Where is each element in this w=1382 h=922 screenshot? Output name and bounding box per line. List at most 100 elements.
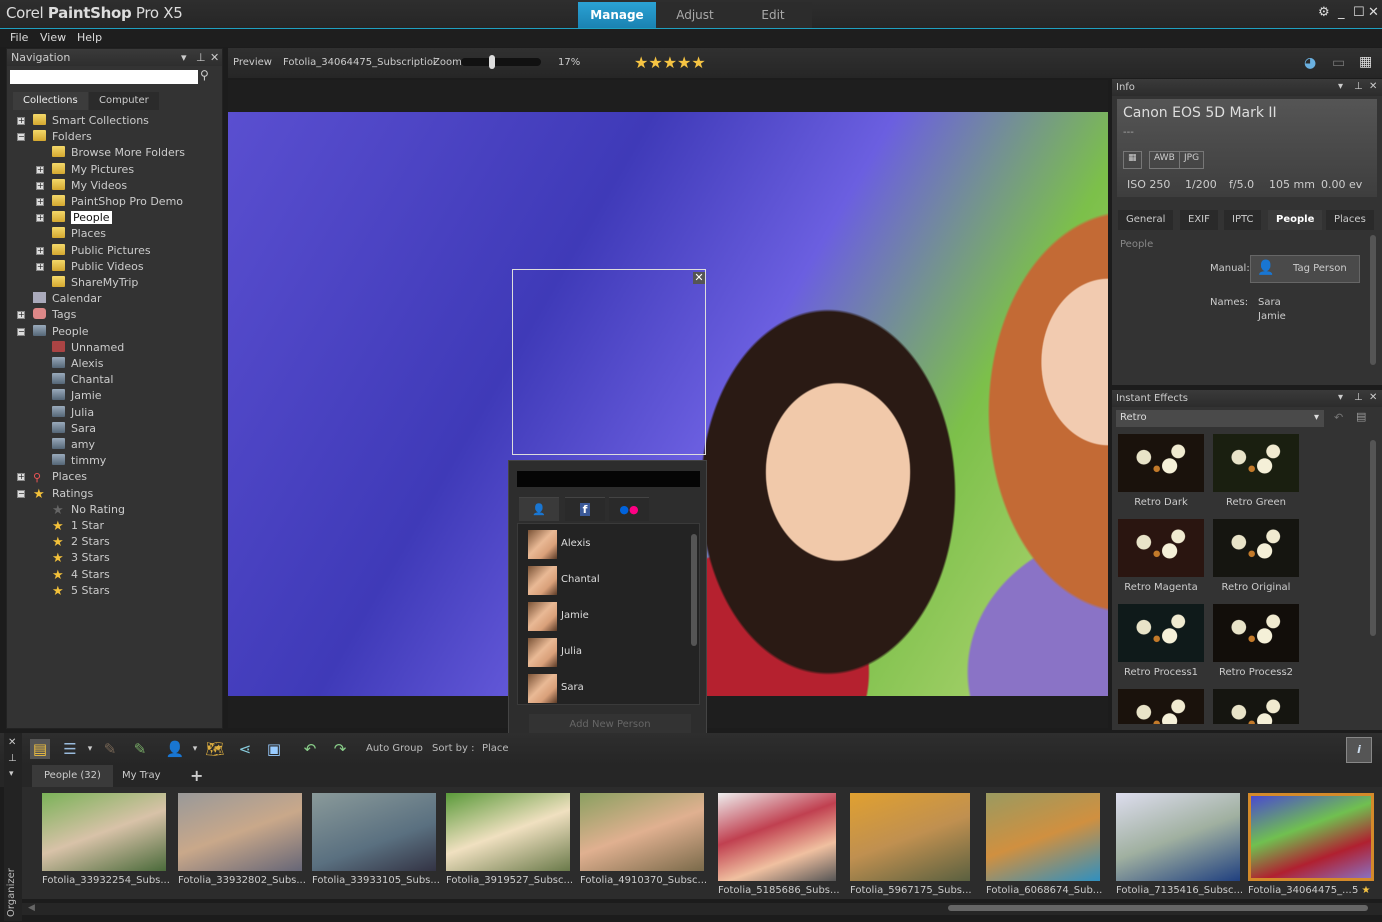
add-tab-icon[interactable]: + xyxy=(178,765,215,787)
globe-icon[interactable]: ◕ xyxy=(1304,55,1316,71)
filmstrip-thumbnail[interactable]: Fotolia_5967175_Subs... xyxy=(850,793,972,896)
share-icon[interactable]: ⋖ xyxy=(235,739,255,759)
organizer-close-icon[interactable]: ✕ xyxy=(8,737,16,748)
info-scrollbar[interactable] xyxy=(1370,235,1376,365)
rating-stars[interactable]: ★★★★★ xyxy=(634,53,706,72)
expand-icon[interactable]: + xyxy=(36,198,44,206)
expand-icon[interactable]: + xyxy=(17,311,25,320)
filmstrip-thumbnail[interactable]: Fotolia_7135416_Subsc... xyxy=(1116,793,1243,896)
auto-group-button[interactable]: Auto Group xyxy=(366,743,423,754)
effects-scrollbar[interactable] xyxy=(1370,440,1376,636)
expand-icon[interactable]: + xyxy=(36,214,44,223)
expand-icon[interactable]: + xyxy=(36,165,44,174)
slideshow-icon[interactable]: ▣ xyxy=(264,739,284,759)
people-tag-icon[interactable]: 👤 xyxy=(165,739,185,759)
chevron-down-icon[interactable]: ▾ xyxy=(80,739,100,759)
expand-icon[interactable]: + xyxy=(36,181,44,190)
sort-by-select[interactable]: Place xyxy=(482,743,509,754)
expand-icon[interactable]: + xyxy=(17,473,25,482)
single-view-icon[interactable]: ▭ xyxy=(1332,55,1345,71)
face-box-close-icon[interactable]: ✕ xyxy=(693,272,705,284)
rotate-right-icon[interactable]: ↷ xyxy=(330,739,350,759)
menu-view[interactable]: View xyxy=(40,31,66,44)
tab-exif[interactable]: EXIF xyxy=(1180,210,1218,230)
tab-local-people[interactable]: 👤 xyxy=(519,497,559,521)
tab-facebook[interactable]: f xyxy=(565,497,605,521)
tab-people[interactable]: People xyxy=(1268,210,1323,230)
filmstrip-thumbnail[interactable]: Fotolia_33933105_Subs... xyxy=(312,793,440,893)
settings-icon[interactable]: ⚙ xyxy=(1318,5,1330,20)
info-icon[interactable]: i xyxy=(1346,737,1372,763)
effects-view-icon[interactable]: ▤ xyxy=(1356,410,1366,423)
tab-my-tray[interactable]: My Tray xyxy=(110,765,173,787)
zoom-slider-thumb[interactable] xyxy=(488,55,495,69)
people-list-scrollbar[interactable] xyxy=(691,534,697,646)
pin-icon[interactable]: ⊥ xyxy=(196,51,206,64)
effect-preset[interactable] xyxy=(1213,689,1299,724)
rating-star-icon[interactable]: ★ xyxy=(663,53,677,72)
tab-collections[interactable]: Collections xyxy=(13,92,88,110)
panel-close-icon[interactable]: ✕ xyxy=(210,51,219,64)
filmstrip-thumbnail[interactable]: Fotolia_3919527_Subsc... xyxy=(446,793,573,893)
effect-preset[interactable]: Retro Magenta xyxy=(1118,519,1204,599)
tab-manage[interactable]: Manage xyxy=(578,2,656,28)
search-icon[interactable]: ⚲ xyxy=(200,68,216,84)
tag-name-input[interactable] xyxy=(517,471,700,487)
map-icon[interactable]: 🗺 xyxy=(205,739,225,759)
tab-computer[interactable]: Computer xyxy=(89,92,159,110)
filmstrip-thumbnail[interactable]: Fotolia_34064475_... 5 ★ xyxy=(1248,793,1374,896)
expand-icon[interactable]: + xyxy=(17,117,25,125)
expand-icon[interactable]: + xyxy=(36,246,44,255)
chevron-down-icon[interactable]: ▾ xyxy=(9,769,14,779)
tab-adjust[interactable]: Adjust xyxy=(656,2,734,28)
filmstrip-thumbnail[interactable]: Fotolia_33932254_Subs... xyxy=(42,793,170,893)
expand-icon[interactable]: + xyxy=(36,262,44,271)
effect-preset[interactable]: Retro Process2 xyxy=(1213,604,1299,684)
details-view-icon[interactable]: ☰ xyxy=(60,739,80,759)
pin-icon[interactable]: ⊥ xyxy=(8,753,17,764)
zoom-slider[interactable] xyxy=(461,55,541,69)
effect-preset[interactable]: Retro Green xyxy=(1213,434,1299,514)
effect-preset[interactable]: Retro Original xyxy=(1213,519,1299,599)
rating-star-icon[interactable]: ★ xyxy=(677,53,691,72)
thumbnail-grid-icon[interactable]: ▦ xyxy=(1359,54,1372,70)
filmstrip-scrollbar[interactable]: ◀ xyxy=(22,903,1382,915)
rating-star-icon[interactable]: ★ xyxy=(691,53,705,72)
menu-help[interactable]: Help xyxy=(77,31,102,44)
navigation-search-input[interactable] xyxy=(10,70,198,84)
tab-flickr[interactable]: ●● xyxy=(609,497,649,521)
collapse-icon[interactable]: − xyxy=(17,327,25,336)
menu-file[interactable]: File xyxy=(10,31,28,44)
brush-icon[interactable]: ✎ xyxy=(100,739,120,759)
collapse-icon[interactable]: − xyxy=(17,489,25,498)
filmstrip-scrollbar-thumb[interactable] xyxy=(948,905,1368,911)
effect-preset[interactable]: Retro Process1 xyxy=(1118,604,1204,684)
tag-person-button[interactable]: 👤 Tag Person xyxy=(1250,255,1360,283)
brush-icon[interactable]: ✎ xyxy=(130,739,150,759)
filmstrip-thumbnail[interactable]: Fotolia_33932802_Subs... xyxy=(178,793,306,893)
panel-menu-icon[interactable]: ▾ xyxy=(181,51,187,64)
rotate-left-icon[interactable]: ↶ xyxy=(300,739,320,759)
filmstrip-thumbnail[interactable]: Fotolia_5185686_Subs... xyxy=(718,793,840,896)
chevron-down-icon[interactable]: ▾ xyxy=(185,739,205,759)
tab-general[interactable]: General xyxy=(1118,210,1174,230)
panel-menu-icon[interactable]: ▾ xyxy=(1338,392,1343,403)
panel-menu-icon[interactable]: ▾ xyxy=(1338,81,1343,92)
effects-category-select[interactable]: Retro ▾ xyxy=(1116,410,1324,427)
effect-preset[interactable] xyxy=(1118,689,1204,724)
face-tag-box[interactable]: ✕ xyxy=(512,269,706,455)
tab-people-collection[interactable]: People (32) xyxy=(32,765,113,787)
rating-star-icon[interactable]: ★ xyxy=(634,53,648,72)
minimize-icon[interactable]: _ xyxy=(1338,5,1345,20)
tab-iptc[interactable]: IPTC xyxy=(1224,210,1262,230)
pin-icon[interactable]: ⊥ xyxy=(1354,392,1363,403)
filmstrip-thumbnail[interactable]: Fotolia_4910370_Subsc... xyxy=(580,793,707,893)
undo-effect-icon[interactable]: ↶ xyxy=(1334,411,1343,424)
scroll-left-icon[interactable]: ◀ xyxy=(28,903,35,913)
panel-close-icon[interactable]: ✕ xyxy=(1369,81,1377,92)
folder-view-icon[interactable]: ▤ xyxy=(30,739,50,759)
panel-close-icon[interactable]: ✕ xyxy=(1369,392,1377,403)
effect-preset[interactable]: Retro Dark xyxy=(1118,434,1204,514)
pin-icon[interactable]: ⊥ xyxy=(1354,81,1363,92)
close-icon[interactable]: ✕ xyxy=(1368,5,1379,20)
